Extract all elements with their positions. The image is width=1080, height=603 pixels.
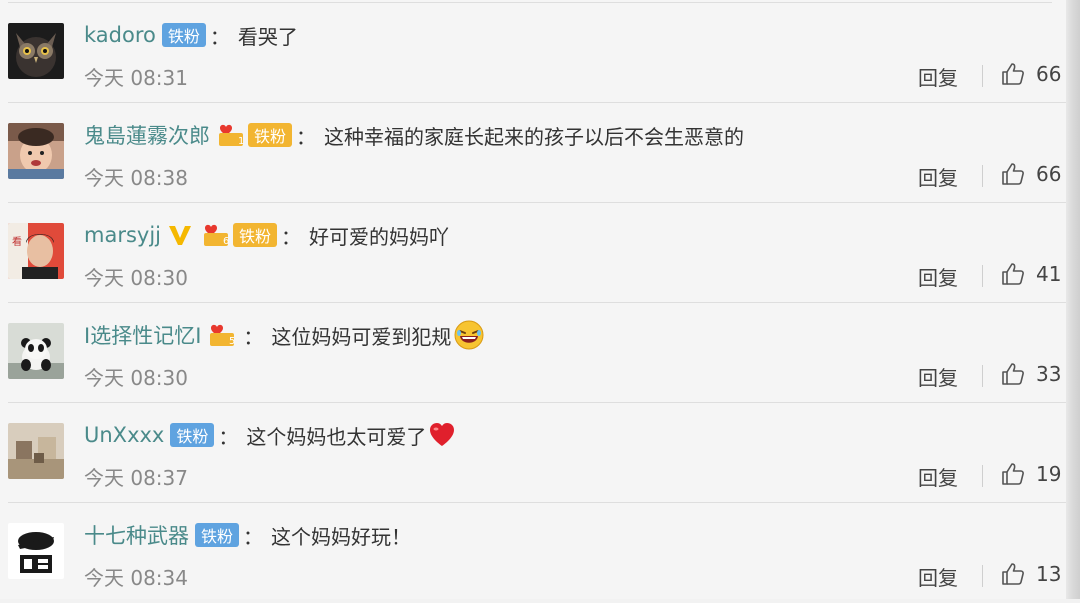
action-divider — [982, 565, 983, 587]
right-edge — [1066, 0, 1080, 599]
avatar[interactable] — [8, 123, 64, 179]
action-divider — [982, 65, 983, 87]
username[interactable]: UnXxxx — [84, 423, 164, 447]
thumbs-up-icon — [1002, 163, 1024, 185]
comment-item: 鬼島蓮霧次郎 1 铁粉 ： 这种幸福的家庭长起来的孩子以后不会生恶意的 今天 0… — [0, 103, 1066, 203]
comment-text: 好可爱的妈妈吖 — [309, 224, 450, 249]
separator: ： — [218, 424, 239, 449]
timestamp: 今天 08:38 — [84, 166, 188, 190]
avatar[interactable] — [8, 23, 64, 79]
thumbs-up-icon — [1002, 463, 1024, 485]
separator: ： — [281, 224, 302, 249]
comment-item: 十七种武器 铁粉 ： 这个妈妈好玩！ 今天 08:34 回复 13 — [0, 503, 1066, 603]
like-button[interactable]: 33 — [1000, 361, 1061, 387]
comment-text: 这种幸福的家庭长起来的孩子以后不会生恶意的 — [324, 124, 745, 149]
timestamp: 今天 08:30 — [84, 366, 188, 390]
fan-badge: 铁粉 — [248, 123, 293, 147]
crown-level: 1 — [238, 136, 244, 147]
like-button[interactable]: 19 — [1000, 461, 1061, 487]
like-button[interactable]: 66 — [1000, 161, 1061, 187]
comment-item: I选择性记忆I 5 ： 这位妈妈可爱到犯规 今天 08:30 回复 33 — [0, 303, 1066, 403]
comment-item: 看 marsyjj 6 铁粉 ： 好可爱的妈妈吖 今天 08:30 回复 41 — [0, 203, 1066, 303]
action-divider — [982, 265, 983, 287]
reply-button[interactable]: 回复 — [918, 162, 958, 191]
reply-button[interactable]: 回复 — [918, 62, 958, 91]
reply-button[interactable]: 回复 — [918, 262, 958, 291]
fan-badge: 铁粉 — [195, 523, 240, 547]
avatar[interactable] — [8, 523, 64, 579]
timestamp: 今天 08:31 — [84, 66, 188, 90]
heart-emoji-icon — [428, 422, 456, 448]
separator: ： — [209, 24, 230, 49]
separator: ： — [243, 324, 264, 349]
comment-text: 看哭了 — [237, 24, 298, 49]
like-count: 66 — [1036, 62, 1062, 86]
separator: ： — [296, 124, 317, 149]
username[interactable]: kadoro — [84, 23, 156, 47]
fan-badge: 铁粉 — [161, 23, 206, 47]
like-button[interactable]: 66 — [1000, 61, 1061, 87]
timestamp: 今天 08:34 — [84, 566, 188, 590]
fan-badge: 铁粉 — [233, 223, 278, 247]
thumbs-up-icon — [1002, 263, 1024, 285]
like-count: 66 — [1036, 162, 1062, 186]
thumbs-up-icon — [1002, 63, 1024, 85]
avatar[interactable] — [8, 423, 64, 479]
separator: ： — [243, 524, 264, 549]
laughing-emoji-icon — [453, 319, 485, 351]
svg-text:看: 看 — [12, 235, 22, 248]
verified-icon — [167, 223, 193, 247]
crown-level: 6 — [223, 236, 229, 247]
thumbs-up-icon — [1002, 363, 1024, 385]
username[interactable]: marsyjj — [84, 223, 161, 247]
like-count: 19 — [1036, 462, 1062, 486]
action-divider — [982, 465, 983, 487]
crown-level-icon: 5 — [207, 322, 237, 348]
like-count: 41 — [1036, 262, 1062, 286]
timestamp: 今天 08:37 — [84, 466, 188, 490]
comment-item: UnXxxx 铁粉 ： 这个妈妈也太可爱了 今天 08:37 回复 19 — [0, 403, 1066, 503]
username[interactable]: 鬼島蓮霧次郎 — [84, 120, 210, 150]
comment-text: 这位妈妈可爱到犯规 — [271, 324, 452, 349]
like-button[interactable]: 41 — [1000, 261, 1061, 287]
fan-badge: 铁粉 — [170, 423, 215, 447]
reply-button[interactable]: 回复 — [918, 562, 958, 591]
action-divider — [982, 365, 983, 387]
comment-text: 这个妈妈也太可爱了 — [246, 424, 427, 449]
reply-button[interactable]: 回复 — [918, 462, 958, 491]
username[interactable]: I选择性记忆I — [84, 320, 201, 350]
action-divider — [982, 165, 983, 187]
crown-level: 5 — [229, 336, 235, 347]
avatar[interactable]: 看 — [8, 223, 64, 279]
like-count: 33 — [1036, 362, 1062, 386]
avatar[interactable] — [8, 323, 64, 379]
username[interactable]: 十七种武器 — [84, 520, 189, 550]
crown-level-icon: 1 — [216, 122, 246, 148]
comment-list: kadoro 铁粉 ： 看哭了 今天 08:31 回复 66 鬼島蓮霧次郎 1 … — [0, 0, 1066, 599]
like-count: 13 — [1036, 562, 1062, 586]
timestamp: 今天 08:30 — [84, 266, 188, 290]
thumbs-up-icon — [1002, 563, 1024, 585]
reply-button[interactable]: 回复 — [918, 362, 958, 391]
crown-level-icon: 6 — [201, 222, 231, 248]
comment-item: kadoro 铁粉 ： 看哭了 今天 08:31 回复 66 — [0, 3, 1066, 103]
comment-text: 这个妈妈好玩！ — [271, 524, 412, 549]
like-button[interactable]: 13 — [1000, 561, 1061, 587]
